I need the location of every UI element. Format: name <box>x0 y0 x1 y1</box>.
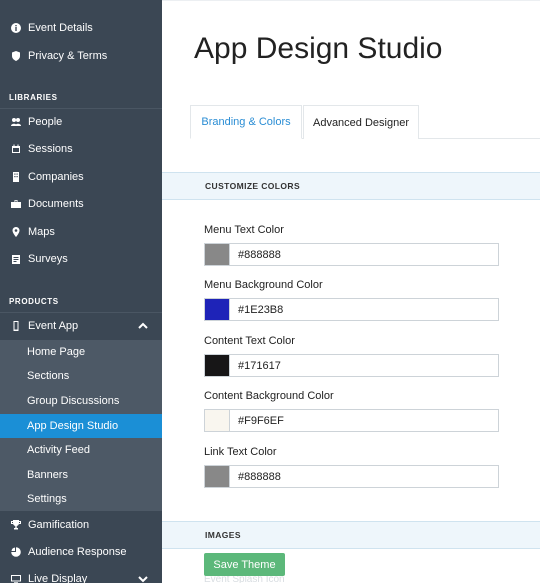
tab-advanced-designer[interactable]: Advanced Designer <box>303 105 419 139</box>
main-content: App Design Studio Branding & Colors Adva… <box>162 0 540 583</box>
color-value: #171617 <box>238 359 281 372</box>
divider <box>0 108 162 109</box>
submenu-item-activity-feed[interactable]: Activity Feed <box>0 438 162 462</box>
sidebar-item-people[interactable]: People <box>0 110 162 134</box>
people-icon <box>10 116 22 128</box>
color-value: #F9F6EF <box>238 414 284 427</box>
page-title: App Design Studio <box>194 32 443 65</box>
menu-text-color-label: Menu Text Color <box>204 224 284 236</box>
sidebar-item-audience-response[interactable]: Audience Response <box>0 540 162 564</box>
tab-branding-colors[interactable]: Branding & Colors <box>190 105 302 139</box>
submenu-item-home-page[interactable]: Home Page <box>0 340 162 364</box>
sidebar-item-label: Audience Response <box>28 546 127 558</box>
submenu-item-label: Settings <box>27 493 67 505</box>
color-swatch[interactable] <box>205 299 230 320</box>
color-swatch[interactable] <box>205 410 230 431</box>
sidebar-item-event-app[interactable]: Event App <box>0 314 162 338</box>
sidebar: Event Details Privacy & Terms LIBRARIES … <box>0 0 162 583</box>
products-heading: PRODUCTS <box>9 297 59 306</box>
submenu-item-label: Activity Feed <box>27 444 90 456</box>
submenu-item-label: Banners <box>27 469 68 481</box>
sidebar-item-label: Documents <box>28 198 84 210</box>
map-pin-icon <box>10 226 22 238</box>
link-text-color-input[interactable]: #888888 <box>204 465 499 488</box>
sidebar-item-label: People <box>28 116 63 128</box>
submenu-item-label: App Design Studio <box>27 420 119 432</box>
submenu-item-settings[interactable]: Settings <box>0 487 162 511</box>
sidebar-item-privacy-terms[interactable]: Privacy & Terms <box>0 44 162 68</box>
link-text-color-label: Link Text Color <box>204 446 277 458</box>
color-value: #1E23B8 <box>238 303 284 316</box>
content-background-color-label: Content Background Color <box>204 390 334 402</box>
menu-background-color-label: Menu Background Color <box>204 279 323 291</box>
pie-chart-icon <box>10 546 22 558</box>
sidebar-item-label: Privacy & Terms <box>28 50 108 62</box>
color-swatch[interactable] <box>205 466 230 487</box>
sidebar-item-live-display[interactable]: Live Display <box>0 567 162 583</box>
color-swatch[interactable] <box>205 244 230 265</box>
briefcase-icon <box>10 198 22 210</box>
submenu-item-banners[interactable]: Banners <box>0 463 162 487</box>
sidebar-item-label: Live Display <box>28 573 88 583</box>
sidebar-item-label: Surveys <box>28 253 68 265</box>
images-header: IMAGES <box>162 521 540 549</box>
calendar-icon <box>10 143 22 155</box>
sidebar-item-maps[interactable]: Maps <box>0 220 162 244</box>
info-icon <box>10 22 22 34</box>
top-border <box>162 0 540 1</box>
sidebar-item-event-details[interactable]: Event Details <box>0 16 162 40</box>
libraries-heading: LIBRARIES <box>9 93 58 102</box>
sidebar-item-surveys[interactable]: Surveys <box>0 247 162 271</box>
menu-background-color-input[interactable]: #1E23B8 <box>204 298 499 321</box>
color-value: #888888 <box>238 248 281 261</box>
sidebar-item-sessions[interactable]: Sessions <box>0 137 162 161</box>
color-swatch[interactable] <box>205 355 230 376</box>
mobile-icon <box>10 320 22 332</box>
submenu-item-label: Group Discussions <box>27 395 120 407</box>
submenu-item-sections[interactable]: Sections <box>0 364 162 388</box>
monitor-icon <box>10 573 22 583</box>
clipboard-icon <box>10 253 22 265</box>
building-icon <box>10 171 22 183</box>
content-text-color-input[interactable]: #171617 <box>204 354 499 377</box>
color-value: #888888 <box>238 470 281 483</box>
sidebar-item-documents[interactable]: Documents <box>0 192 162 216</box>
sidebar-item-gamification[interactable]: Gamification <box>0 513 162 537</box>
customize-colors-header: CUSTOMIZE COLORS <box>162 172 540 200</box>
divider <box>0 312 162 313</box>
sidebar-item-label: Maps <box>28 226 55 238</box>
shield-icon <box>10 50 22 62</box>
submenu-item-group-discussions[interactable]: Group Discussions <box>0 389 162 413</box>
chevron-down-icon[interactable] <box>138 574 148 583</box>
submenu-item-label: Sections <box>27 370 70 382</box>
content-background-color-input[interactable]: #F9F6EF <box>204 409 499 432</box>
sidebar-item-label: Sessions <box>28 143 73 155</box>
submenu-item-label: Home Page <box>27 346 86 358</box>
submenu-item-app-design-studio[interactable]: App Design Studio <box>0 414 162 438</box>
sidebar-item-label: Event Details <box>28 22 93 34</box>
sidebar-item-label: Gamification <box>28 519 90 531</box>
section-title: IMAGES <box>205 530 241 540</box>
content-text-color-label: Content Text Color <box>204 335 295 347</box>
chevron-up-icon[interactable] <box>138 321 148 331</box>
menu-text-color-input[interactable]: #888888 <box>204 243 499 266</box>
sidebar-item-label: Event App <box>28 320 79 332</box>
sidebar-item-label: Companies <box>28 171 84 183</box>
section-title: CUSTOMIZE COLORS <box>205 181 301 191</box>
sidebar-item-companies[interactable]: Companies <box>0 165 162 189</box>
save-theme-button[interactable]: Save Theme <box>204 553 285 576</box>
trophy-icon <box>10 519 22 531</box>
